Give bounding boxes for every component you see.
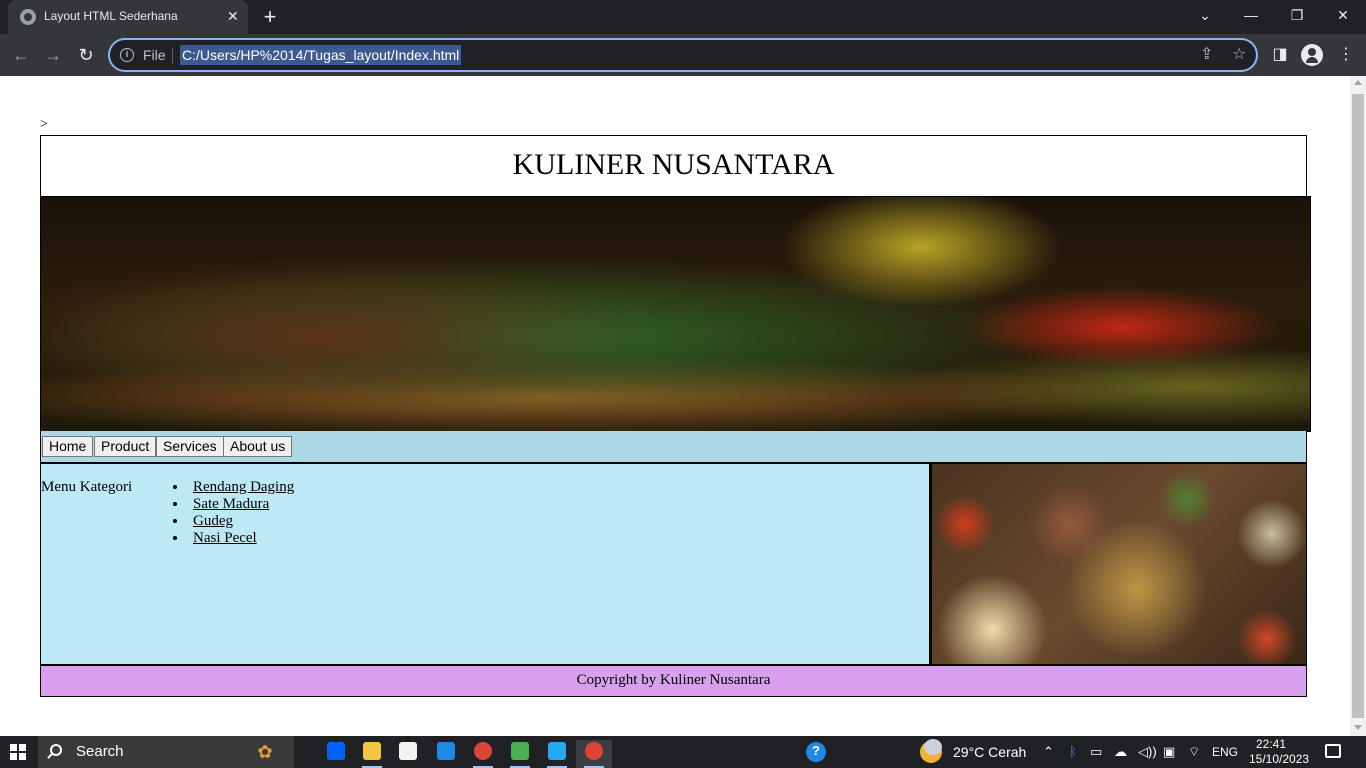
search-icon <box>50 744 62 756</box>
windows-taskbar: Search ✿ ? 29°C Cerah ⌃ ᛒ ▭ ☁ ◁)) ▣ ⌔ EN… <box>0 736 1366 768</box>
list-item: Rendang Daging <box>173 479 294 496</box>
close-tab-icon[interactable]: ✕ <box>227 7 239 25</box>
scroll-up-icon[interactable] <box>1354 80 1362 85</box>
chrome-active-icon[interactable] <box>576 740 612 768</box>
food-side-image <box>931 463 1307 665</box>
list-item: Sate Madura <box>173 496 294 513</box>
address-bar[interactable]: i File C:/Users/HP%2014/Tugas_layout/Ind… <box>108 38 1258 72</box>
mail-icon[interactable] <box>428 740 464 768</box>
wifi-icon[interactable]: ⌔ <box>1188 743 1200 761</box>
tab-search-button[interactable]: ⌄ <box>1193 5 1217 25</box>
new-tab-button[interactable]: + <box>258 4 282 30</box>
clock-time: 22:41 <box>1255 737 1287 751</box>
scheme-label: File <box>143 47 166 63</box>
back-button[interactable]: ← <box>9 43 33 67</box>
menu-list: Rendang Daging Sate Madura Gudeg Nasi Pe… <box>173 479 294 547</box>
content-section: Menu Kategori Rendang Daging Sate Madura… <box>40 463 931 665</box>
browser-toolbar: ← → ↻ i File C:/Users/HP%2014/Tugas_layo… <box>0 34 1366 76</box>
microsoft-store-icon[interactable] <box>390 740 426 768</box>
site-title: KULINER NUSANTARA <box>512 148 835 181</box>
clock-date: 15/10/2023 <box>1249 752 1310 766</box>
list-item: Gudeg <box>173 513 294 530</box>
list-item: Nasi Pecel <box>173 530 294 547</box>
battery-icon[interactable]: ▭ <box>1090 743 1102 761</box>
volume-icon[interactable]: ◁)) <box>1138 743 1157 761</box>
copyright-text: Copyright by Kuliner Nusantara <box>576 672 771 688</box>
search-placeholder: Search <box>76 743 124 760</box>
url-text[interactable]: C:/Users/HP%2014/Tugas_layout/Index.html <box>180 45 462 65</box>
navigation-bar: Home Product Services About us <box>40 431 1307 463</box>
vertical-scrollbar[interactable] <box>1350 76 1366 736</box>
home-button[interactable]: Home <box>42 436 94 457</box>
notification-icon[interactable] <box>1325 744 1341 758</box>
address-separator <box>172 48 173 64</box>
profile-icon[interactable] <box>1301 44 1323 66</box>
services-button[interactable]: Services <box>156 436 224 457</box>
bluetooth-icon[interactable]: ᛒ <box>1069 743 1077 761</box>
git-icon[interactable] <box>502 740 538 768</box>
language-indicator[interactable]: ENG <box>1212 743 1238 761</box>
minimize-button[interactable]: — <box>1239 5 1263 25</box>
reload-button[interactable]: ↻ <box>74 43 98 67</box>
taskbar-search[interactable]: Search ✿ <box>38 736 294 768</box>
scroll-down-icon[interactable] <box>1354 725 1362 730</box>
taskbar-clock[interactable]: 22:41 15/10/2023 <box>1249 737 1310 767</box>
page-header: KULINER NUSANTARA <box>40 135 1307 197</box>
rendang-daging-link[interactable]: Rendang Daging <box>193 479 294 495</box>
sate-madura-link[interactable]: Sate Madura <box>193 496 269 512</box>
about-us-button[interactable]: About us <box>223 436 293 457</box>
browser-tab-strip: Layout HTML Sederhana ✕ + ⌄ — ❐ ✕ <box>0 0 1366 34</box>
stray-text: > <box>40 117 48 132</box>
info-icon[interactable]: i <box>120 48 134 62</box>
tab-title: Layout HTML Sederhana <box>44 9 178 23</box>
nasi-pecel-link[interactable]: Nasi Pecel <box>193 530 257 546</box>
share-icon[interactable]: ⇪ <box>1200 46 1213 64</box>
file-explorer-icon[interactable] <box>354 740 390 768</box>
display-icon[interactable]: ▣ <box>1163 743 1175 761</box>
product-button[interactable]: Product <box>94 436 157 457</box>
gudeg-link[interactable]: Gudeg <box>193 513 233 529</box>
page-footer: Copyright by Kuliner Nusantara <box>40 665 1307 697</box>
page-viewport: > KULINER NUSANTARA Home Product Service… <box>0 76 1350 736</box>
chevron-up-icon[interactable]: ⌃ <box>1043 743 1054 761</box>
windows-start-icon[interactable] <box>10 744 26 760</box>
forward-button[interactable]: → <box>41 43 65 67</box>
chrome-icon[interactable] <box>465 740 501 768</box>
scroll-thumb[interactable] <box>1352 94 1364 718</box>
banner-image <box>40 196 1311 432</box>
vscode-icon[interactable] <box>539 740 575 768</box>
browser-tab[interactable]: Layout HTML Sederhana ✕ <box>8 0 248 34</box>
weather-text[interactable]: 29°C Cerah <box>953 744 1026 760</box>
menu-kebab-icon[interactable]: ⋮ <box>1336 45 1356 65</box>
search-highlight-icon: ✿ <box>257 742 273 762</box>
menu-category-label: Menu Kategori <box>41 479 133 495</box>
star-icon[interactable]: ☆ <box>1232 46 1246 64</box>
help-icon[interactable]: ? <box>806 742 826 762</box>
network-error-icon[interactable]: ☁ <box>1114 743 1127 761</box>
side-panel-icon[interactable]: ◨ <box>1270 45 1290 65</box>
restore-button[interactable]: ❐ <box>1285 5 1309 25</box>
weather-icon[interactable] <box>920 739 942 763</box>
dropbox-icon[interactable] <box>318 740 354 768</box>
globe-icon <box>20 9 36 25</box>
close-window-button[interactable]: ✕ <box>1331 5 1355 25</box>
